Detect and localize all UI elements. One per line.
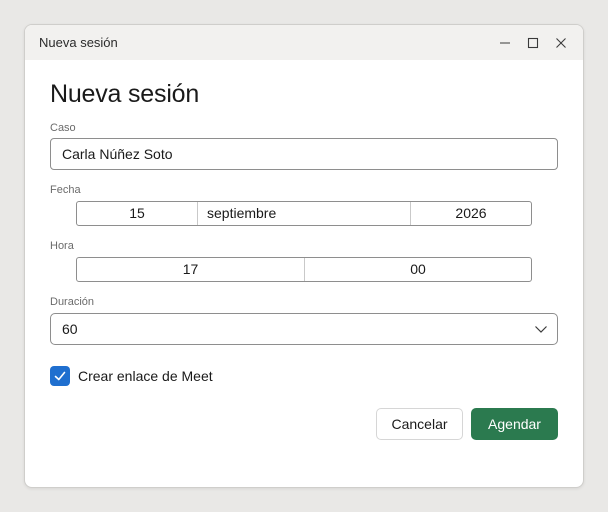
maximize-icon <box>527 37 539 48</box>
dialog-heading: Nueva sesión <box>50 80 200 108</box>
date-picker: 15 septiembre 2026 <box>76 201 532 226</box>
duracion-select[interactable]: 60 <box>50 313 558 345</box>
meet-checkbox[interactable] <box>50 366 70 386</box>
caso-input[interactable]: Carla Núñez Soto <box>50 138 558 170</box>
caso-label: Caso <box>50 122 76 134</box>
maximize-button[interactable] <box>519 25 547 60</box>
fecha-label: Fecha <box>50 184 81 196</box>
close-icon <box>556 37 566 48</box>
checkmark-icon <box>54 371 66 381</box>
close-button[interactable] <box>547 25 575 60</box>
time-minute-field[interactable]: 00 <box>305 258 531 281</box>
date-day-field[interactable]: 15 <box>77 202 198 225</box>
window-title: Nueva sesión <box>39 35 118 50</box>
cancel-button[interactable]: Cancelar <box>376 408 463 440</box>
hora-label: Hora <box>50 240 74 252</box>
time-picker: 17 00 <box>76 257 532 282</box>
dialog-window: Nueva sesión Nueva sesión Caso Carla Núñ… <box>24 24 584 488</box>
time-hour-field[interactable]: 17 <box>77 258 305 281</box>
title-bar[interactable]: Nueva sesión <box>25 25 583 60</box>
agendar-button[interactable]: Agendar <box>471 408 558 440</box>
meet-checkbox-label[interactable]: Crear enlace de Meet <box>78 368 213 384</box>
duracion-value: 60 <box>62 321 78 337</box>
window-controls <box>491 25 583 60</box>
date-year-field[interactable]: 2026 <box>411 202 531 225</box>
minimize-button[interactable] <box>491 25 519 60</box>
chevron-down-icon <box>535 326 547 333</box>
date-month-field[interactable]: septiembre <box>198 202 411 225</box>
duracion-label: Duración <box>50 296 95 308</box>
minimize-icon <box>500 41 510 44</box>
meet-option: Crear enlace de Meet <box>50 366 213 386</box>
